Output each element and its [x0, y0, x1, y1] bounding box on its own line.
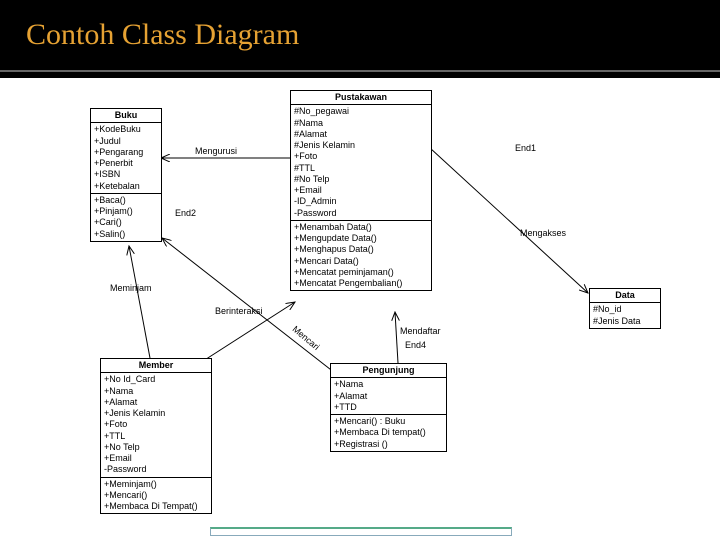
label-berinteraksi: Berinteraksi [215, 306, 263, 316]
attr: +TTD [334, 402, 443, 413]
label-end4: End4 [405, 340, 426, 350]
class-title: Data [590, 289, 660, 303]
class-attrs: +KodeBuku +Judul +Pengarang +Penerbit +I… [91, 123, 161, 194]
attr: #Alamat [294, 129, 428, 140]
footer-decoration [210, 527, 512, 536]
header-rule [0, 70, 720, 72]
attr: -ID_Admin [294, 196, 428, 207]
attr: +No Telp [104, 442, 208, 453]
class-ops: +Meminjam() +Mencari() +Membaca Di Tempa… [101, 478, 211, 514]
attr: -Password [294, 208, 428, 219]
attr: +TTL [104, 431, 208, 442]
class-title: Buku [91, 109, 161, 123]
class-title: Pengunjung [331, 364, 446, 378]
class-title: Pustakawan [291, 91, 431, 105]
attr: +Nama [104, 386, 208, 397]
attr: #No Telp [294, 174, 428, 185]
page-title: Contoh Class Diagram [0, 0, 720, 52]
class-attrs: +Nama +Alamat +TTD [331, 378, 446, 415]
attr: +ISBN [94, 169, 158, 180]
label-mengurusi: Mengurusi [195, 146, 237, 156]
label-mendaftar: Mendaftar [400, 326, 441, 336]
attr: #TTL [294, 163, 428, 174]
op: +Salin() [94, 229, 158, 240]
attr: +KodeBuku [94, 124, 158, 135]
class-ops: +Mencari() : Buku +Membaca Di tempat() +… [331, 415, 446, 451]
op: +Mencari() [104, 490, 208, 501]
attr: +Foto [104, 419, 208, 430]
attr: +Pengarang [94, 147, 158, 158]
class-member: Member +No Id_Card +Nama +Alamat +Jenis … [100, 358, 212, 514]
class-attrs: #No_id #Jenis Data [590, 303, 660, 328]
op: +Mencatat Pengembalian() [294, 278, 428, 289]
op: +Pinjam() [94, 206, 158, 217]
label-mengakses: Mengakses [520, 228, 566, 238]
attr: +Judul [94, 136, 158, 147]
attr: +Email [294, 185, 428, 196]
attr: #Jenis Data [593, 316, 657, 327]
label-end1: End1 [515, 143, 536, 153]
attr: +Alamat [104, 397, 208, 408]
op: +Mengupdate Data() [294, 233, 428, 244]
attr: +Jenis Kelamin [104, 408, 208, 419]
attr: #No_id [593, 304, 657, 315]
class-title: Member [101, 359, 211, 373]
op: +Registrasi () [334, 439, 443, 450]
op: +Membaca Di tempat() [334, 427, 443, 438]
class-data: Data #No_id #Jenis Data [589, 288, 661, 329]
op: +Mencari() : Buku [334, 416, 443, 427]
label-end2: End2 [175, 208, 196, 218]
op: +Membaca Di Tempat() [104, 501, 208, 512]
class-pengunjung: Pengunjung +Nama +Alamat +TTD +Mencari()… [330, 363, 447, 452]
class-ops: +Menambah Data() +Mengupdate Data() +Men… [291, 221, 431, 291]
slide-header: Contoh Class Diagram [0, 0, 720, 78]
attr: +Alamat [334, 391, 443, 402]
attr: #No_pegawai [294, 106, 428, 117]
attr: +Nama [334, 379, 443, 390]
attr: -Password [104, 464, 208, 475]
op: +Menghapus Data() [294, 244, 428, 255]
attr: +No Id_Card [104, 374, 208, 385]
label-meminjam: Meminjam [110, 283, 152, 293]
attr: +Ketebalan [94, 181, 158, 192]
class-buku: Buku +KodeBuku +Judul +Pengarang +Penerb… [90, 108, 162, 242]
class-attrs: +No Id_Card +Nama +Alamat +Jenis Kelamin… [101, 373, 211, 477]
op: +Baca() [94, 195, 158, 206]
attr: +Foto [294, 151, 428, 162]
attr: +Penerbit [94, 158, 158, 169]
op: +Mencari Data() [294, 256, 428, 267]
label-mencari: Mencari [291, 324, 322, 352]
diagram-canvas: Buku +KodeBuku +Judul +Pengarang +Penerb… [0, 78, 720, 540]
attr: #Jenis Kelamin [294, 140, 428, 151]
attr: +Email [104, 453, 208, 464]
op: +Cari() [94, 217, 158, 228]
attr: #Nama [294, 118, 428, 129]
class-pustakawan: Pustakawan #No_pegawai #Nama #Alamat #Je… [290, 90, 432, 291]
op: +Mencatat peminjaman() [294, 267, 428, 278]
op: +Meminjam() [104, 479, 208, 490]
class-attrs: #No_pegawai #Nama #Alamat #Jenis Kelamin… [291, 105, 431, 221]
op: +Menambah Data() [294, 222, 428, 233]
class-ops: +Baca() +Pinjam() +Cari() +Salin() [91, 194, 161, 241]
